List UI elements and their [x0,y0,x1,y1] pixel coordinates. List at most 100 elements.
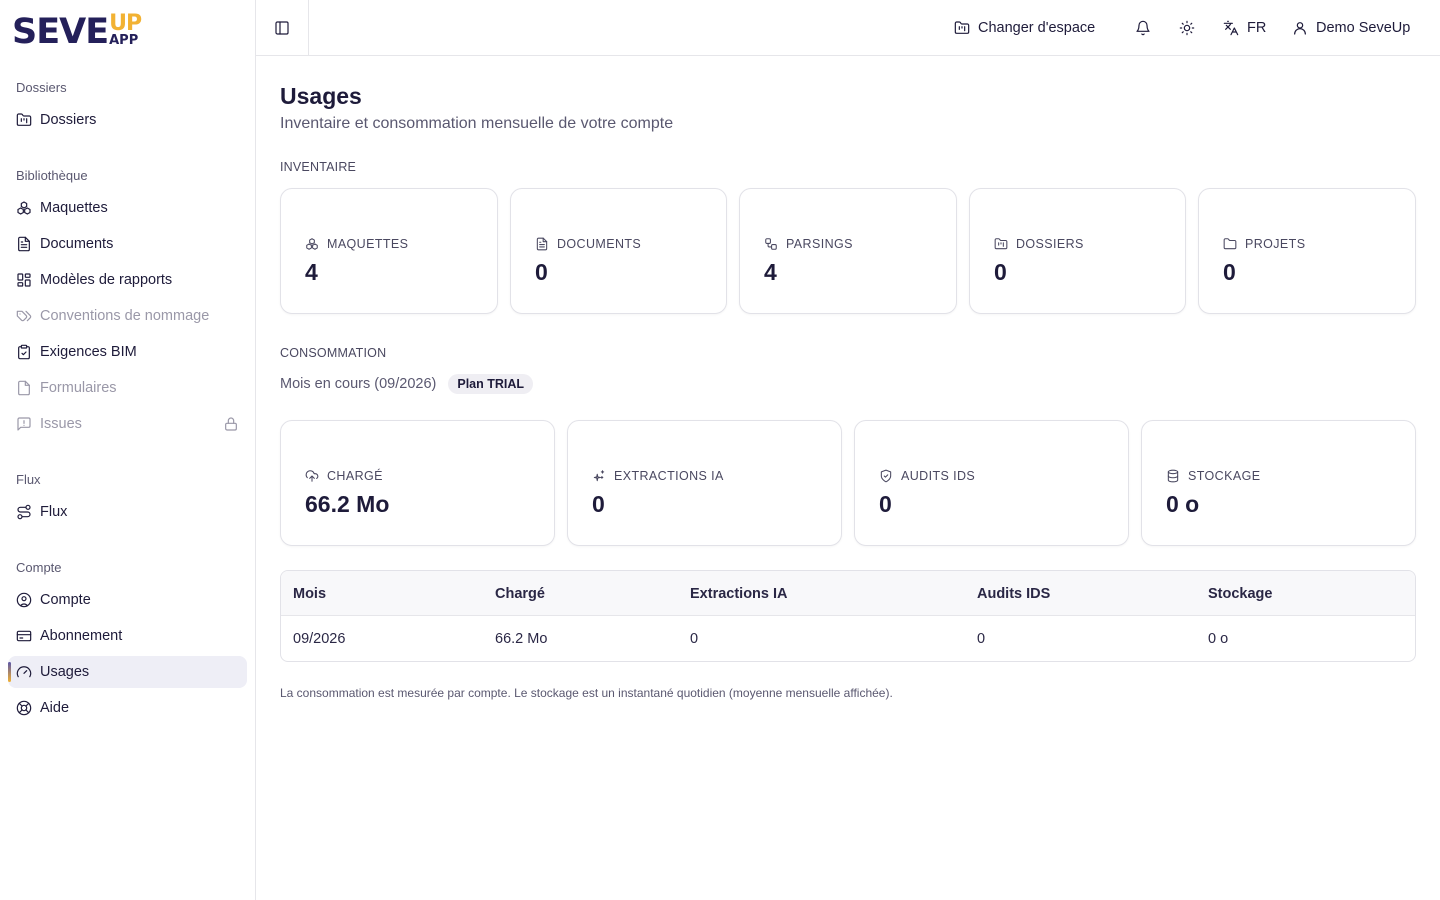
inventory-card-parsings: PARSINGS 4 [739,188,957,314]
inventory-card-dossiers: DOSSIERS 0 [969,188,1186,314]
sidebar-item-label: Compte [40,592,91,608]
sidebar-item-compte[interactable]: Compte [8,584,247,616]
column-header-stockage: Stockage [1208,585,1273,602]
sidebar-item-conventions-nommage[interactable]: Conventions de nommage [8,300,247,332]
card-label: EXTRACTIONS IA [614,469,724,483]
usage-table: Mois Chargé Extractions IA Audits IDS St… [280,570,1416,662]
column-header-extractions-ia: Extractions IA [690,585,788,602]
table-cell: 09/2026 [293,630,346,647]
card-value: 0 [1223,259,1236,285]
sidebar-item-documents[interactable]: Documents [8,228,247,260]
folder-kanban-icon [994,237,1008,251]
life-buoy-icon [16,700,32,716]
card-label: STOCKAGE [1188,469,1261,483]
database-icon [1166,469,1180,483]
switch-space-button[interactable]: Changer d'espace [954,0,1095,55]
folder-kanban-icon [954,20,970,36]
tags-icon [16,308,32,324]
boxes-icon [305,237,319,251]
card-label: AUDITS IDS [901,469,976,483]
nav-group-flux: Flux [16,472,41,487]
folder-icon [1223,237,1237,251]
topbar: Changer d'espace FR Demo SeveUp [256,0,1440,56]
card-value: 0 o [1166,491,1200,517]
page-subtitle: Inventaire et consommation mensuelle de … [280,115,674,132]
sidebar-toggle-button[interactable] [256,0,309,55]
inventory-card-maquettes: MAQUETTES 4 [280,188,498,314]
route-icon [16,504,32,520]
sidebar-item-label: Flux [40,504,68,520]
logo-text-up: UP [109,11,142,36]
sidebar-item-aide[interactable]: Aide [8,692,247,724]
sidebar-item-label: Formulaires [40,380,117,396]
card-value: 0 [879,491,892,517]
sidebar-item-exigences-bim[interactable]: Exigences BIM [8,336,247,368]
notifications-button[interactable] [1135,0,1151,55]
sidebar-item-label: Aide [40,700,70,716]
sidebar-item-label: Conventions de nommage [40,308,210,324]
card-value: 4 [764,259,777,285]
route-icon [764,237,778,251]
card-value: 0 [535,259,548,285]
boxes-icon [16,200,32,216]
bell-icon [1135,20,1151,36]
table-cell: 66.2 Mo [495,630,548,647]
sidebar-item-maquettes[interactable]: Maquettes [8,192,247,224]
sidebar: SEVE UP APP Dossiers Dossiers Bibliothèq… [0,0,256,900]
current-month-row: Mois en cours (09/2026) Plan TRIAL [280,374,534,394]
column-header-audits-ids: Audits IDS [977,585,1051,602]
sidebar-item-flux[interactable]: Flux [8,496,247,528]
plan-badge: Plan TRIAL [448,374,534,394]
logo-text-app: APP [109,33,139,48]
message-square-alert-icon [16,416,32,432]
sun-icon [1179,20,1195,36]
lock-icon [223,416,239,432]
sidebar-item-modeles-rapports[interactable]: Modèles de rapports [8,264,247,296]
sidebar-item-label: Maquettes [40,200,108,216]
nav-group-dossiers: Dossiers [16,80,67,95]
table-cell: 0 [977,630,986,647]
consumption-section-label: CONSOMMATION [280,346,387,360]
user-menu-button[interactable]: Demo SeveUp [1292,0,1410,55]
panel-left-icon [274,20,290,36]
shield-check-icon [879,469,893,483]
logo-text-main: SEVE [12,12,109,52]
switch-space-label: Changer d'espace [978,19,1096,36]
sidebar-item-label: Usages [40,664,90,680]
sidebar-item-abonnement[interactable]: Abonnement [8,620,247,652]
sidebar-item-issues[interactable]: Issues [8,408,247,440]
inventory-section-label: INVENTAIRE [280,160,357,174]
current-month: Mois en cours (09/2026) [280,376,437,392]
card-label: CHARGÉ [327,469,383,483]
file-text-icon [16,236,32,252]
inventory-card-documents: DOCUMENTS 0 [510,188,727,314]
sidebar-item-label: Issues [40,416,82,432]
clipboard-check-icon [16,344,32,360]
card-label: DOSSIERS [1016,237,1084,251]
sidebar-item-label: Modèles de rapports [40,272,173,288]
sidebar-item-formulaires[interactable]: Formulaires [8,372,247,404]
sidebar-item-label: Documents [40,236,114,252]
language-button[interactable]: FR [1223,0,1266,55]
user-name: Demo SeveUp [1316,19,1411,36]
cloud-upload-icon [305,469,319,483]
nav-group-bibliotheque: Bibliothèque [16,168,88,183]
sidebar-item-dossiers[interactable]: Dossiers [8,104,247,136]
table-cell: 0 o [1208,630,1229,647]
consumption-card-stockage: STOCKAGE 0 o [1141,420,1416,546]
sidebar-item-usages[interactable]: Usages [8,656,247,688]
inventory-card-projets: PROJETS 0 [1198,188,1416,314]
credit-card-icon [16,628,32,644]
sidebar-item-label: Dossiers [40,112,97,128]
app-logo[interactable]: SEVE UP APP [12,11,142,52]
card-label: DOCUMENTS [557,237,642,251]
gauge-icon [16,664,32,680]
theme-toggle-button[interactable] [1179,0,1195,55]
user-icon [1292,20,1308,36]
card-label: PROJETS [1245,237,1306,251]
table-cell: 0 [690,630,699,647]
nav-group-compte: Compte [16,560,62,575]
card-value: 0 [994,259,1007,285]
consumption-card-extractions-ia: EXTRACTIONS IA 0 [567,420,842,546]
card-value: 0 [592,491,605,517]
